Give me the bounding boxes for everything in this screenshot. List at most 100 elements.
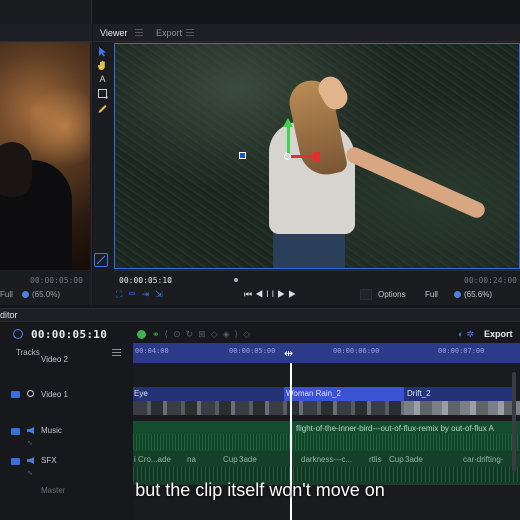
caption-subtitle: but the clip itself won't move on [135, 480, 385, 500]
sfx-clip-label: Cup [389, 455, 404, 464]
source-timecode: 00:00:05:00 [30, 276, 83, 285]
x-axis-handle[interactable] [291, 155, 315, 158]
editing-tools: ⚭⟨⊙↻⊞◇◈⟩◇ [152, 329, 255, 340]
tracks-menu-icon[interactable] [112, 349, 121, 356]
viewer-canvas[interactable] [114, 43, 520, 269]
viewer-tools: A [93, 43, 113, 271]
tab-menu-icon[interactable] [135, 29, 143, 36]
crop-icon[interactable] [97, 88, 108, 99]
tab-export[interactable]: Export [156, 28, 182, 38]
transform-pivot-handle[interactable] [284, 153, 291, 160]
tab-viewer[interactable]: Viewer [100, 28, 127, 38]
track-label: Music [41, 426, 62, 435]
ruler-tick-label: 00:04:00 [135, 347, 169, 355]
split-icon[interactable]: ⊞ [198, 329, 211, 339]
line-tool-icon[interactable] [94, 253, 108, 267]
source-fit-dropdown[interactable]: Full [0, 290, 13, 299]
transport-controls[interactable]: ⏮◀II▶▶ [244, 289, 296, 301]
viewer-left-controls: ⛶▭⇥⇲ [116, 289, 169, 300]
ruler-tick-label: 00:00:07:00 [438, 347, 485, 355]
scrub-position-indicator[interactable] [234, 278, 238, 282]
track-label: SFX [41, 456, 57, 465]
music-clip-label: flight-of-the-inner-bird---out-of-flux-r… [296, 424, 494, 433]
viewer-zoom-label: (65.6%) [464, 290, 493, 299]
snap-icon[interactable]: ⊙ [173, 329, 186, 339]
sfx-clip-label: darkness---c... [301, 455, 353, 464]
clip-label: Woman Rain_2 [286, 389, 341, 398]
viewer-zoom-dropdown[interactable]: (65.6%) [454, 290, 492, 299]
sfx-clip-label: Cup [223, 455, 238, 464]
prev-marker-icon[interactable]: ⟨ [165, 329, 174, 339]
loop-icon[interactable]: ↻ [186, 329, 199, 339]
safe-zone-icon[interactable]: ⛶ [116, 289, 128, 299]
text-icon[interactable]: A [97, 74, 108, 85]
viewer-timecode: 00:00:05:10 [119, 276, 172, 285]
viewer-fit-dropdown[interactable]: Full [425, 290, 438, 299]
folder-icon[interactable] [11, 428, 20, 435]
source-zoom-label: (65.0%) [32, 290, 61, 299]
clip-label: Drift_2 [407, 389, 431, 398]
speaker-icon[interactable] [27, 427, 34, 434]
settings-icon[interactable]: ✲ [466, 329, 477, 339]
sfx-clip-label: car-drifting- [463, 455, 504, 464]
source-video-frame[interactable] [0, 42, 90, 270]
light-glow [30, 82, 90, 172]
eye-icon[interactable] [27, 390, 34, 397]
export-frame-icon[interactable]: ⇲ [155, 289, 169, 299]
track-video-2[interactable]: Video 2 [0, 355, 133, 369]
sfx-clip-label: i Cro...ade [134, 455, 171, 464]
zoom-icon [454, 291, 461, 298]
track-music[interactable]: Music ∿ [0, 423, 133, 451]
sfx-clip-label: rtlis [369, 455, 382, 464]
sfx-clip-label: 3ade [239, 455, 257, 464]
ruler-tick-label: 00:00:06:00 [333, 347, 380, 355]
waveform-icon[interactable]: ∿ [27, 469, 33, 477]
music-waveform [133, 433, 520, 449]
tab-menu-icon[interactable] [186, 29, 194, 36]
sfx-clip-label: na [187, 455, 196, 464]
editor-timecode: 00:00:05:10 [31, 328, 108, 341]
tracks-label: Tracks [16, 348, 40, 357]
track-label: Video 2 [41, 355, 68, 364]
export-button[interactable]: Export [484, 329, 513, 339]
woman-right-arm [343, 144, 488, 221]
editor-tab-title[interactable]: ditor [0, 310, 18, 320]
waveform-icon[interactable]: ∿ [27, 439, 33, 447]
marker-icon[interactable]: ◇ [211, 329, 223, 339]
timeline-scrollbar[interactable] [512, 372, 516, 472]
y-axis-handle[interactable] [287, 124, 290, 154]
clock-icon[interactable] [13, 329, 23, 339]
track-video-1[interactable]: Video 1 [0, 385, 133, 403]
speaker-icon[interactable] [27, 457, 34, 464]
timeline-ruler[interactable]: 00:04:00 00:00:05:00 00:00:06:00 00:00:0… [133, 343, 520, 363]
editor-tab-bar [0, 308, 520, 322]
sfx-waveform [133, 467, 520, 481]
viewer-duration: 00:00:24:00 [464, 276, 517, 285]
add-track-button[interactable] [137, 330, 146, 339]
ripple-icon[interactable]: ◇ [243, 329, 255, 339]
person-head [0, 142, 32, 197]
color-swatch[interactable] [360, 289, 372, 300]
x-axis-arrow-icon[interactable] [313, 152, 320, 161]
track-sfx[interactable]: SFX ∿ [0, 453, 133, 481]
folder-icon[interactable] [11, 391, 20, 398]
y-axis-arrow-icon[interactable] [283, 118, 293, 127]
source-viewer-header [0, 24, 92, 42]
frame-icon[interactable]: ▭ [128, 289, 141, 299]
transform-anchor-handle[interactable] [239, 152, 246, 159]
pen-icon[interactable] [97, 102, 108, 113]
select-arrow-icon[interactable] [97, 46, 108, 57]
link-icon[interactable]: ⚭ [152, 329, 165, 339]
share-icon[interactable]: ⇥ [142, 289, 156, 299]
viewer-options-dropdown[interactable]: Options [378, 290, 406, 299]
playhead-drag-cursor-icon: ⇹ [284, 348, 294, 360]
source-zoom-dropdown[interactable]: (65.0%) [22, 290, 60, 299]
next-marker-icon[interactable]: ⟩ [235, 329, 244, 339]
clip-thumbnails[interactable] [404, 401, 520, 415]
hand-icon[interactable] [97, 60, 108, 71]
viewer-scrub-bar[interactable] [114, 270, 520, 280]
keyframe-icon[interactable]: ◈ [223, 329, 235, 339]
folder-icon[interactable] [11, 458, 20, 465]
sfx-clip-label: 3ade [405, 455, 423, 464]
viewer-tab-bar: Viewer Export [93, 24, 520, 42]
